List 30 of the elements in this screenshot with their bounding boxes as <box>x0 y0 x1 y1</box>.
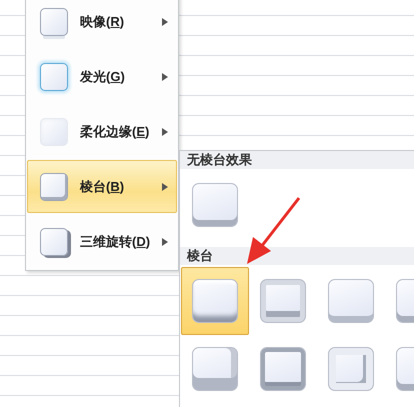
menu-item[interactable]: 三维旋转(D) <box>27 215 178 268</box>
menu-item[interactable]: 柔化边缘(E) <box>27 105 178 158</box>
bevel-preview-icon <box>260 347 306 391</box>
submenu-caret-icon <box>162 128 168 136</box>
bevel-preview-icon <box>328 347 374 391</box>
section-header: 棱台 <box>180 247 414 265</box>
menu-item-label: 映像(R) <box>80 12 126 30</box>
bevel-preview-icon <box>192 347 238 391</box>
section-header: 无棱台效果 <box>180 151 414 169</box>
menu-item[interactable]: 发光(G) <box>27 50 178 103</box>
menu-item[interactable]: 棱台(B) <box>27 160 178 213</box>
bevel-preview-icon <box>328 279 374 323</box>
glow-icon <box>40 62 68 90</box>
submenu-caret-icon <box>162 238 168 246</box>
bevel-preview-icon <box>260 279 306 323</box>
menu-item-label: 发光(G) <box>80 68 126 86</box>
menu-item-label: 三维旋转(D) <box>80 232 150 250</box>
bevel-icon <box>40 172 68 200</box>
bevel-preview-icon <box>192 183 238 227</box>
menu-item-label: 棱台(B) <box>80 178 126 196</box>
menu-item-label: 柔化边缘(E) <box>80 122 150 140</box>
submenu-caret-icon <box>162 182 168 190</box>
annotation-arrow <box>247 197 300 264</box>
rotation-icon <box>40 228 68 256</box>
soft-edges-icon <box>40 118 68 146</box>
submenu-caret-icon <box>162 72 168 80</box>
bevel-preview-icon <box>192 279 238 323</box>
menu-item[interactable]: 映像(R) <box>27 0 178 48</box>
submenu-caret-icon <box>162 18 168 26</box>
bevel-preset[interactable] <box>181 267 250 335</box>
